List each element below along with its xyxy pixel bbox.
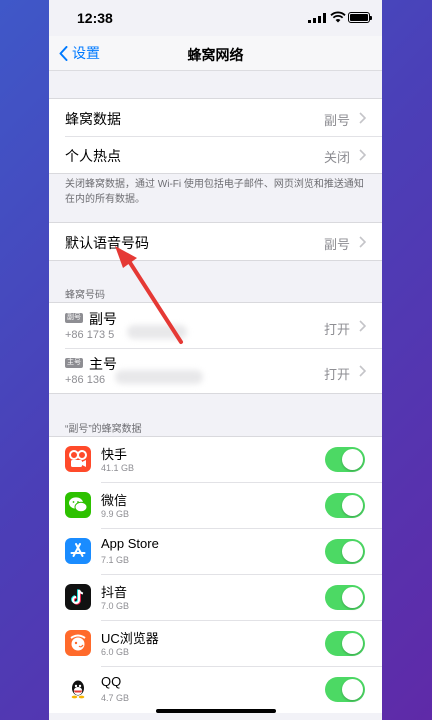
uc-browser-icon [65,630,91,656]
app-name: UC浏览器 [101,631,159,646]
app-row: 微信 9.9 GB [49,483,382,529]
sim-number: +86 173 5 [65,329,115,341]
chevron-right-icon [359,112,366,124]
cellular-data-value: 副号 [323,113,350,128]
app-name: App Store [101,536,159,551]
app-row: App Store 7.1 GB [49,529,382,575]
battery-icon [348,12,372,23]
sim-status: 打开 [323,367,350,382]
app-name: 抖音 [101,585,128,600]
default-voice-number-row[interactable]: 默认语音号码 副号 [49,223,382,260]
sim-number: +86 136 [65,374,106,386]
default-voice-number-label: 默认语音号码 [65,235,149,251]
nav-bar: 设置 蜂窝网络 [49,36,382,71]
chevron-right-icon [359,149,366,161]
wechat-icon [65,492,91,518]
sim-name: 主号 [89,356,117,372]
sim-name: 副号 [89,311,117,327]
cellular-data-label: 蜂窝数据 [65,111,121,127]
app-name: 快手 [101,447,128,462]
redacted-number-blur [127,325,187,339]
qq-icon [65,676,91,702]
app-name: QQ [101,674,122,689]
app-size: 9.9 GB [101,509,130,519]
app-cellular-toggle[interactable] [325,631,365,656]
app-row: 抖音 7.0 GB [49,575,382,621]
app-cellular-toggle[interactable] [325,585,365,610]
sims-section-header: 蜂窝号码 [65,290,105,301]
cellular-settings-group: 蜂窝数据 副号 个人热点 关闭 [49,98,382,174]
kuaishou-icon [65,446,91,472]
personal-hotspot-value: 关闭 [323,150,350,165]
sim-row-primary[interactable]: 主号 主号 +86 136 打开 [49,348,382,393]
sim-badge: 主号 [65,358,83,368]
sim-row-secondary[interactable]: 副号 副号 +86 173 5 打开 [49,303,382,348]
app-cellular-toggle[interactable] [325,493,365,518]
chevron-right-icon [359,236,366,248]
phone-screen: 12:38 设置 蜂窝网络 蜂窝数据 副号 个人热点 关闭 关闭蜂窝数据，通过 … [49,0,382,720]
app-cellular-toggle[interactable] [325,539,365,564]
wifi-icon [330,11,346,23]
chevron-right-icon [359,365,366,377]
cellular-data-footnote: 关闭蜂窝数据，通过 Wi-Fi 使用包括电子邮件、网页浏览和推送通知在内的所有数… [65,179,364,205]
sim-badge: 副号 [65,313,83,323]
default-voice-group: 默认语音号码 副号 [49,222,382,261]
app-size: 4.7 GB [101,693,130,703]
app-size: 7.1 GB [101,555,130,565]
sim-status: 打开 [323,322,350,337]
sims-group: 副号 副号 +86 173 5 打开 主号 主号 +86 136 打开 [49,302,382,394]
status-bar: 12:38 [49,0,382,36]
app-cellular-toggle[interactable] [325,677,365,702]
home-indicator [156,709,276,713]
page-title: 蜂窝网络 [187,47,244,63]
redacted-number-blur [115,370,203,384]
app-name: 微信 [101,493,128,508]
default-voice-number-value: 副号 [323,237,350,252]
app-size: 41.1 GB [101,463,135,473]
apps-section-header: “副号”的蜂窝数据 [65,424,142,435]
personal-hotspot-label: 个人热点 [65,148,121,164]
chevron-right-icon [359,320,366,332]
apps-group: 快手 41.1 GB 微信 9.9 GB App Store 7.1 GB 抖音… [49,436,382,713]
personal-hotspot-row[interactable]: 个人热点 关闭 [49,136,382,173]
douyin-icon [65,584,91,610]
app-cellular-toggle[interactable] [325,447,365,472]
signal-icon [308,13,326,23]
app-row: QQ 4.7 GB [49,667,382,713]
app-row: 快手 41.1 GB [49,437,382,483]
app-row: UC浏览器 6.0 GB [49,621,382,667]
status-time: 12:38 [77,10,113,26]
app-store-icon [65,538,91,564]
app-size: 6.0 GB [101,647,130,657]
app-size: 7.0 GB [101,601,130,611]
cellular-data-row[interactable]: 蜂窝数据 副号 [49,99,382,136]
